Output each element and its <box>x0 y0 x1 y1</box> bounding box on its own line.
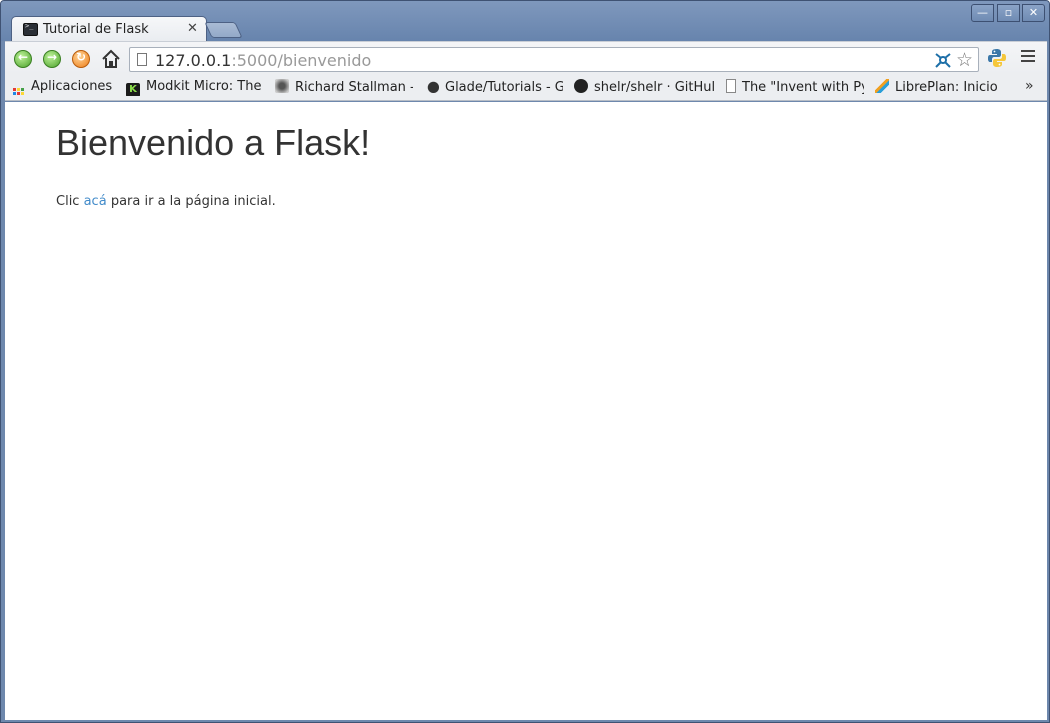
url-host: 127.0.0.1 <box>155 51 232 70</box>
page-icon <box>137 53 147 66</box>
page-icon <box>726 79 736 93</box>
bookmark-label: shelr/shelr · GitHul <box>594 80 714 95</box>
minimize-button[interactable]: — <box>971 4 994 22</box>
back-button[interactable]: ← <box>14 50 32 68</box>
bookmark-stallman[interactable]: Richard Stallman - <box>275 79 413 96</box>
maximize-button[interactable]: ▫ <box>997 4 1020 22</box>
bookmark-label: The "Invent with Py <box>742 80 864 95</box>
bookmark-shelr[interactable]: shelr/shelr · GitHul <box>574 79 714 96</box>
bookmark-label: LibrePlan: Inicio <box>895 80 998 95</box>
forward-arrow-icon: → <box>46 50 58 64</box>
paragraph-text-after: para ir a la página inicial. <box>106 194 276 209</box>
stallman-icon <box>275 79 289 93</box>
browser-toolbar: ← → ↻ 127.0.0.1:5000/bienvenido ☆ <box>5 41 1047 74</box>
url-text[interactable]: 127.0.0.1:5000/bienvenido <box>155 51 371 70</box>
bookmark-invent-python[interactable]: The "Invent with Py <box>726 79 864 96</box>
bookmark-label: Richard Stallman - <box>295 80 413 95</box>
back-arrow-icon: ← <box>17 50 29 64</box>
tab-close-icon[interactable]: ✕ <box>187 21 198 36</box>
paragraph-text-before: Clic <box>56 194 84 209</box>
tab-title: Tutorial de Flask <box>43 22 149 37</box>
bookmark-label: Glade/Tutorials - G <box>445 80 563 95</box>
reload-icon: ↻ <box>75 50 87 64</box>
network-extension-icon[interactable] <box>934 51 952 69</box>
forward-button[interactable]: → <box>43 50 61 68</box>
bookmark-star-icon[interactable]: ☆ <box>956 49 973 71</box>
terminal-favicon-icon <box>23 23 38 36</box>
bookmark-label: Aplicaciones <box>31 79 113 94</box>
url-path: :5000/bienvenido <box>231 51 372 70</box>
bookmarks-bar: Aplicaciones K Modkit Micro: The I Richar… <box>5 74 1047 101</box>
tab-strip: Tutorial de Flask ✕ — ▫ ✕ <box>1 1 1049 42</box>
bookmark-label: Modkit Micro: The I <box>146 79 264 94</box>
home-button[interactable] <box>100 48 122 70</box>
bookmark-modkit[interactable]: K Modkit Micro: The I <box>126 79 264 96</box>
menu-hamburger-icon[interactable] <box>1021 50 1035 64</box>
new-tab-button[interactable] <box>204 22 243 38</box>
github-icon <box>574 79 588 93</box>
bookmark-libreplan[interactable]: LibrePlan: Inicio <box>875 79 1005 96</box>
libreplan-icon <box>875 79 889 93</box>
home-link[interactable]: acá <box>84 194 107 209</box>
welcome-paragraph: Clic acá para ir a la página inicial. <box>56 194 276 209</box>
tab-tutorial-flask[interactable]: Tutorial de Flask ✕ <box>11 16 207 42</box>
page-title: Bienvenido a Flask! <box>56 122 371 163</box>
browser-window: Tutorial de Flask ✕ — ▫ ✕ ← → ↻ 127.0.0.… <box>0 0 1050 723</box>
python-extension-icon[interactable] <box>987 48 1007 68</box>
reload-button[interactable]: ↻ <box>72 50 90 68</box>
apps-grid-icon <box>13 88 24 96</box>
gnome-foot-icon <box>425 79 439 93</box>
bookmark-glade[interactable]: Glade/Tutorials - G <box>425 79 563 96</box>
address-bar[interactable]: 127.0.0.1:5000/bienvenido ☆ <box>129 47 979 72</box>
bookmark-aplicaciones[interactable]: Aplicaciones <box>13 79 125 96</box>
close-window-button[interactable]: ✕ <box>1022 4 1045 22</box>
bookmarks-overflow-chevron-icon[interactable]: » <box>1025 78 1034 94</box>
modkit-icon: K <box>126 83 140 96</box>
page-content: Bienvenido a Flask! Clic acá para ir a l… <box>5 102 1047 720</box>
